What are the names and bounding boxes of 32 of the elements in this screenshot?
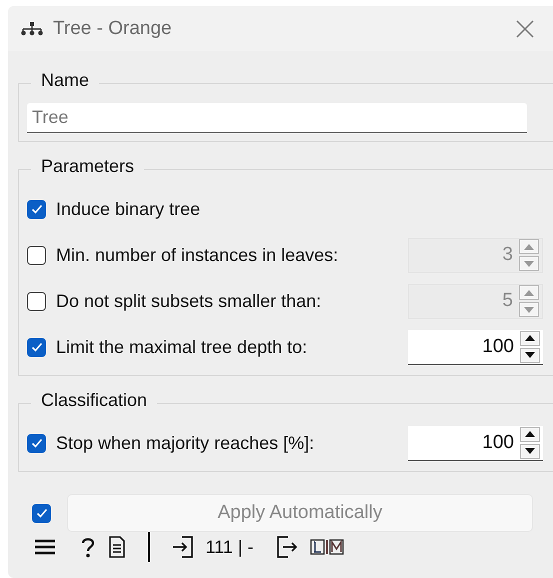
hierarchy-icon	[21, 22, 43, 36]
check-icon	[36, 508, 48, 518]
document-icon[interactable]	[108, 536, 126, 558]
spin-down-button[interactable]	[520, 444, 540, 458]
option-label: Do not split subsets smaller than:	[56, 290, 322, 312]
spin-down-button[interactable]	[520, 348, 540, 362]
help-icon[interactable]	[80, 536, 96, 558]
output-summary-icon	[310, 539, 344, 555]
spin-box[interactable]: 100	[408, 426, 543, 460]
window-title: Tree - Orange	[53, 18, 173, 40]
checkbox[interactable]	[27, 200, 46, 218]
option-label: Stop when majority reaches [%]:	[56, 432, 316, 454]
check-icon	[30, 204, 42, 214]
option-label: Limit the maximal tree depth to:	[56, 336, 308, 358]
checkbox[interactable]	[27, 434, 46, 452]
check-icon	[30, 342, 42, 352]
down-arrow-icon[interactable]	[525, 352, 535, 358]
input-summary: 111 | -	[206, 536, 254, 558]
option-label: Min. number of instances in leaves:	[56, 244, 340, 266]
menu-icon[interactable]	[34, 538, 56, 556]
check-icon	[30, 438, 42, 448]
option-label: Induce binary tree	[56, 198, 202, 220]
spin-box[interactable]: 100	[408, 330, 543, 364]
output-icon	[276, 536, 298, 558]
down-arrow-icon[interactable]	[525, 448, 535, 454]
spin-up-button[interactable]	[520, 426, 540, 442]
up-arrow-icon[interactable]	[525, 431, 535, 437]
up-arrow-icon[interactable]	[525, 335, 535, 341]
name-field[interactable]: Tree	[27, 103, 527, 133]
input-icon	[172, 536, 194, 558]
checkbox[interactable]	[27, 338, 46, 356]
spin-up-button[interactable]	[520, 330, 540, 346]
